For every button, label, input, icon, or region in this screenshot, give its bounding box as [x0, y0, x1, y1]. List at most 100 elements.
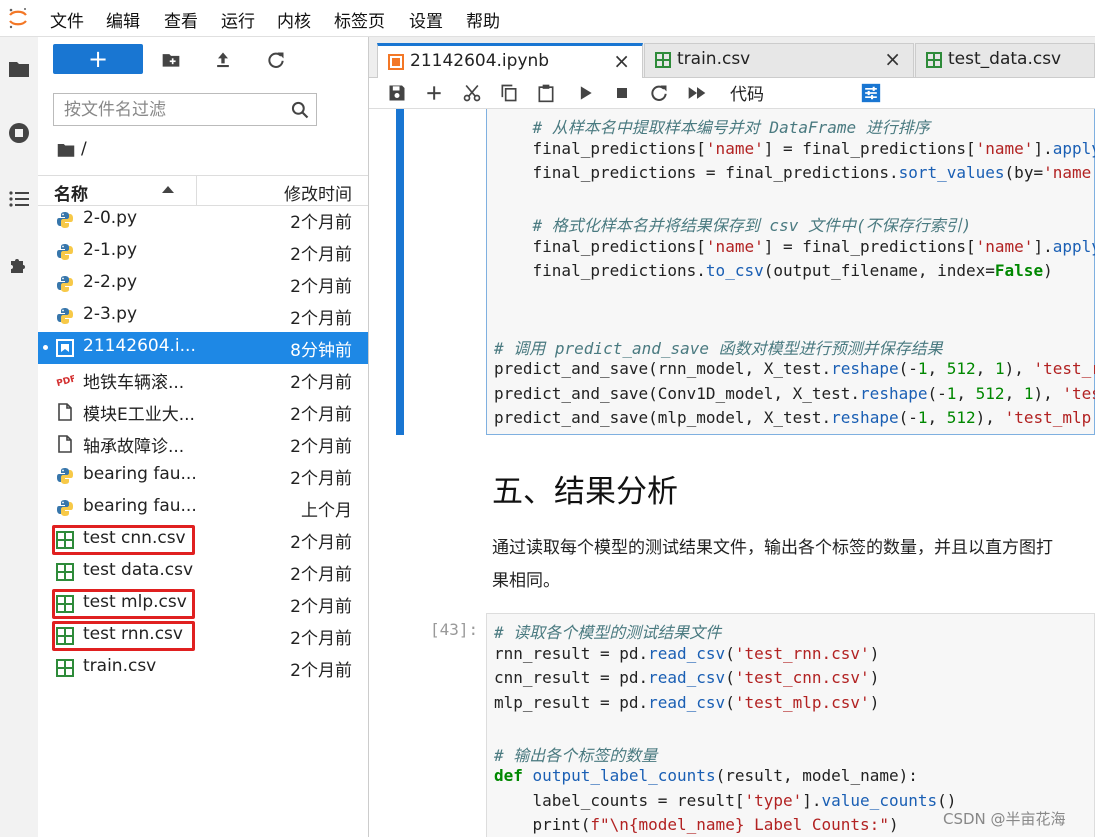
file-list-item[interactable]: train.csv 2个月前 [38, 652, 368, 684]
menu-kernel[interactable]: 内核 [277, 7, 311, 32]
code-line: final_predictions = final_predictions.so… [494, 163, 1095, 182]
close-icon[interactable]: × [884, 47, 901, 71]
active-cell-collapser[interactable] [396, 109, 404, 435]
cell-type-select[interactable]: 代码 [730, 80, 764, 105]
extensions-puzzle-icon[interactable] [7, 253, 31, 277]
menu-settings[interactable]: 设置 [409, 7, 443, 32]
file-name: 轴承故障诊... [83, 437, 185, 457]
file-modified-time: 2个月前 [290, 661, 352, 681]
jupyter-logo-icon [9, 8, 27, 29]
menu-view[interactable]: 查看 [164, 7, 198, 32]
code-line: mlp_result = pd.read_csv('test_mlp.csv') [494, 692, 880, 712]
file-name: test data.csv [83, 560, 194, 580]
tab-test-data-csv[interactable]: test_data.csv [915, 43, 1095, 77]
tab-label: 21142604.ipynb [410, 51, 550, 71]
menu-edit[interactable]: 编辑 [106, 7, 140, 32]
execution-count-prompt: [43]: [430, 620, 479, 639]
tab-label: train.csv [677, 49, 751, 69]
file-list-item[interactable]: bearing fau... 上个月 [38, 492, 368, 524]
file-modified-time: 2个月前 [290, 373, 352, 393]
file-modified-time: 2个月前 [290, 213, 352, 233]
python-file-icon [56, 275, 74, 293]
file-modified-time: 2个月前 [290, 309, 352, 329]
cut-icon[interactable] [462, 83, 482, 103]
upload-icon[interactable] [213, 50, 233, 70]
search-icon [291, 101, 309, 119]
python-file-icon [56, 243, 74, 261]
restart-kernel-icon[interactable] [649, 83, 669, 103]
file-name: 2-0.py [83, 208, 138, 228]
folder-icon[interactable] [7, 57, 31, 81]
close-icon[interactable]: × [613, 49, 630, 73]
python-file-icon [56, 211, 74, 229]
file-list-item[interactable]: 轴承故障诊... 2个月前 [38, 428, 368, 460]
copy-icon[interactable] [499, 83, 519, 103]
code-line: # 输出各个标签的数量 [494, 745, 658, 765]
file-list-item[interactable]: PDF 地铁车辆滚... 2个月前 [38, 364, 368, 396]
code-line: final_predictions['name'] = final_predic… [494, 236, 1095, 256]
tab-train-csv[interactable]: train.csv × [644, 43, 914, 77]
file-list-item[interactable]: 21142604.i... 8分钟前 [38, 332, 368, 364]
stop-icon[interactable] [612, 83, 632, 103]
code-line: cnn_result = pd.read_csv('test_cnn.csv') [494, 668, 880, 687]
file-list-item[interactable]: 2-1.py 2个月前 [38, 236, 368, 268]
new-launcher-button[interactable]: + [53, 44, 143, 74]
file-modified-time: 2个月前 [290, 245, 352, 265]
pdf-icon: PDF [56, 371, 78, 389]
code-line: # 从样本名中提取样本编号并对 DataFrame 进行排序 [532, 118, 930, 137]
file-filter-box [53, 93, 317, 126]
save-icon[interactable] [387, 83, 407, 103]
file-list-item[interactable]: 2-2.py 2个月前 [38, 268, 368, 300]
highlight-annotation-box [52, 621, 195, 651]
folder-icon [57, 144, 75, 157]
fast-forward-icon[interactable] [687, 83, 707, 103]
code-cell-editor[interactable]: # 从样本名中提取样本编号并对 DataFrame 进行排序 final_pre… [486, 109, 1095, 435]
file-modified-time: 8分钟前 [290, 341, 352, 361]
file-name: 地铁车辆滚... [83, 373, 185, 393]
highlight-annotation-box [52, 525, 195, 555]
code-line: # 读取各个模型的测试结果文件 [494, 623, 722, 642]
code-cell-editor[interactable]: # 读取各个模型的测试结果文件 rnn_result = pd.read_csv(… [486, 613, 1095, 837]
menu-run[interactable]: 运行 [221, 7, 255, 32]
markdown-paragraph-line: 果相同。 [492, 571, 560, 591]
new-folder-icon[interactable] [161, 50, 181, 70]
csv-icon [56, 659, 74, 677]
column-divider[interactable] [196, 176, 197, 205]
file-list-item[interactable]: bearing fau... 2个月前 [38, 460, 368, 492]
column-modified-header[interactable]: 修改时间 [284, 180, 352, 205]
file-modified-time: 2个月前 [290, 629, 352, 649]
file-name: 21142604.i... [83, 336, 196, 356]
file-name: 2-1.py [83, 240, 138, 260]
property-inspector-icon[interactable] [861, 83, 881, 103]
file-list-item[interactable]: 2-0.py 2个月前 [38, 204, 368, 236]
column-name-header[interactable]: 名称 [54, 180, 88, 205]
file-modified-time: 2个月前 [290, 277, 352, 297]
file-filter-input[interactable] [54, 94, 304, 125]
file-name: 模块E工业大... [83, 405, 195, 425]
file-list-item[interactable]: test data.csv 2个月前 [38, 556, 368, 588]
table-of-contents-icon[interactable] [7, 187, 31, 211]
file-modified-time: 2个月前 [290, 405, 352, 425]
file-modified-time: 2个月前 [290, 533, 352, 553]
code-line: rnn_result = pd.read_csv('test_rnn.csv') [494, 643, 880, 663]
menu-help[interactable]: 帮助 [466, 7, 500, 32]
file-list-item[interactable]: 2-3.py 2个月前 [38, 300, 368, 332]
file-list-item[interactable]: 模块E工业大... 2个月前 [38, 396, 368, 428]
code-line: predict_and_save(rnn_model, X_test.resha… [494, 359, 1095, 378]
file-modified-time: 上个月 [301, 501, 352, 521]
markdown-heading: 五、结果分析 [492, 474, 678, 510]
file-icon [56, 403, 74, 421]
add-cell-icon[interactable] [424, 83, 444, 103]
file-name: 2-2.py [83, 272, 138, 292]
breadcrumb-root[interactable]: / [81, 139, 87, 159]
file-modified-time: 2个月前 [290, 565, 352, 585]
menu-tabs[interactable]: 标签页 [334, 7, 385, 32]
running-kernels-icon[interactable] [7, 121, 31, 145]
run-icon[interactable] [575, 83, 595, 103]
refresh-icon[interactable] [266, 50, 286, 70]
menu-file[interactable]: 文件 [50, 7, 84, 32]
paste-icon[interactable] [536, 83, 556, 103]
tab-notebook[interactable]: 21142604.ipynb × [377, 43, 643, 78]
file-name: train.csv [83, 656, 157, 676]
file-name: 2-3.py [83, 304, 138, 324]
